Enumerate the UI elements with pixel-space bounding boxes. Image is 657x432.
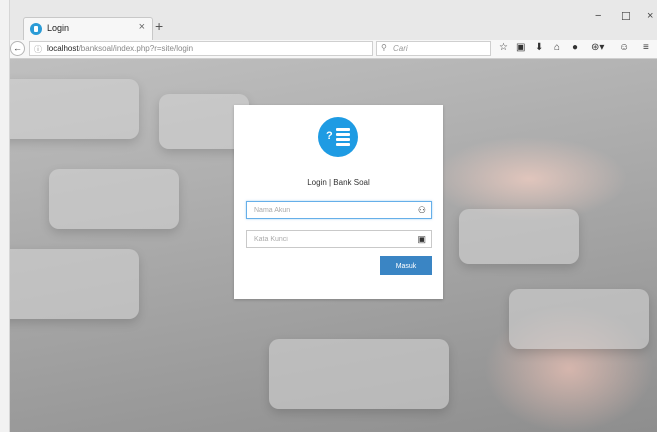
info-icon[interactable]: ⓘ xyxy=(34,44,42,55)
question-bank-logo-icon: ? xyxy=(318,117,358,157)
navigation-bar: ← ⓘ localhost/banksoal/index.php?r=site/… xyxy=(9,40,657,59)
background-key xyxy=(269,339,449,409)
smiley-icon[interactable]: ☺ xyxy=(619,42,629,53)
lock-icon: ▣ xyxy=(417,234,426,244)
window-edge xyxy=(0,0,10,432)
tab-close-icon[interactable]: × xyxy=(139,21,145,33)
minimize-icon[interactable]: − xyxy=(595,10,601,22)
back-button[interactable]: ← xyxy=(10,41,25,56)
login-button[interactable]: Masuk xyxy=(380,256,432,275)
favicon-icon xyxy=(30,23,42,35)
url-path: /banksoal/index.php?r=site/login xyxy=(78,44,194,53)
page-title: Login | Bank Soal xyxy=(307,178,370,187)
logo-question-mark: ? xyxy=(326,130,333,142)
tab-login[interactable]: Login × xyxy=(23,17,153,40)
maximize-icon[interactable]: ☐ xyxy=(621,10,631,23)
chat-icon[interactable]: ● xyxy=(572,42,578,53)
close-icon[interactable]: × xyxy=(647,10,653,22)
page-content: ? Login | Bank Soal ⚇ ▣ Masuk xyxy=(9,59,657,432)
extension-icon[interactable]: ⊛▾ xyxy=(591,42,604,53)
title-bar: Login × + − ☐ × xyxy=(9,0,657,40)
search-icon: ⚲ xyxy=(381,43,387,52)
url-host: localhost xyxy=(47,44,79,53)
clipboard-icon[interactable]: ▣ xyxy=(516,42,525,53)
password-input[interactable] xyxy=(247,231,414,247)
background-key xyxy=(9,249,139,319)
search-placeholder: Cari xyxy=(393,44,408,53)
search-bar[interactable]: ⚲ Cari xyxy=(376,41,491,56)
url-bar[interactable]: ⓘ localhost/banksoal/index.php?r=site/lo… xyxy=(29,41,386,56)
logo-line xyxy=(336,143,350,146)
background-key xyxy=(509,289,649,349)
username-input[interactable] xyxy=(247,202,414,218)
star-icon[interactable]: ☆ xyxy=(499,42,508,53)
new-tab-icon[interactable]: + xyxy=(155,18,163,34)
download-icon[interactable]: ⬇ xyxy=(535,42,543,53)
login-panel: ? Login | Bank Soal ⚇ ▣ Masuk xyxy=(234,105,443,299)
username-field[interactable]: ⚇ xyxy=(246,201,432,219)
user-icon: ⚇ xyxy=(417,205,426,215)
logo-line xyxy=(336,138,350,141)
url-text[interactable]: localhost/banksoal/index.php?r=site/logi… xyxy=(47,44,193,53)
logo-line xyxy=(336,133,350,136)
browser-window: Login × + − ☐ × ← ⓘ localhost/banksoal/i… xyxy=(0,0,657,432)
background-key xyxy=(9,79,139,139)
menu-icon[interactable]: ≡ xyxy=(643,42,649,53)
background-key xyxy=(459,209,579,264)
background-key xyxy=(49,169,179,229)
logo-line xyxy=(336,128,350,131)
home-icon[interactable]: ⌂ xyxy=(554,42,560,53)
tab-title: Login xyxy=(47,23,70,33)
password-field[interactable]: ▣ xyxy=(246,230,432,248)
